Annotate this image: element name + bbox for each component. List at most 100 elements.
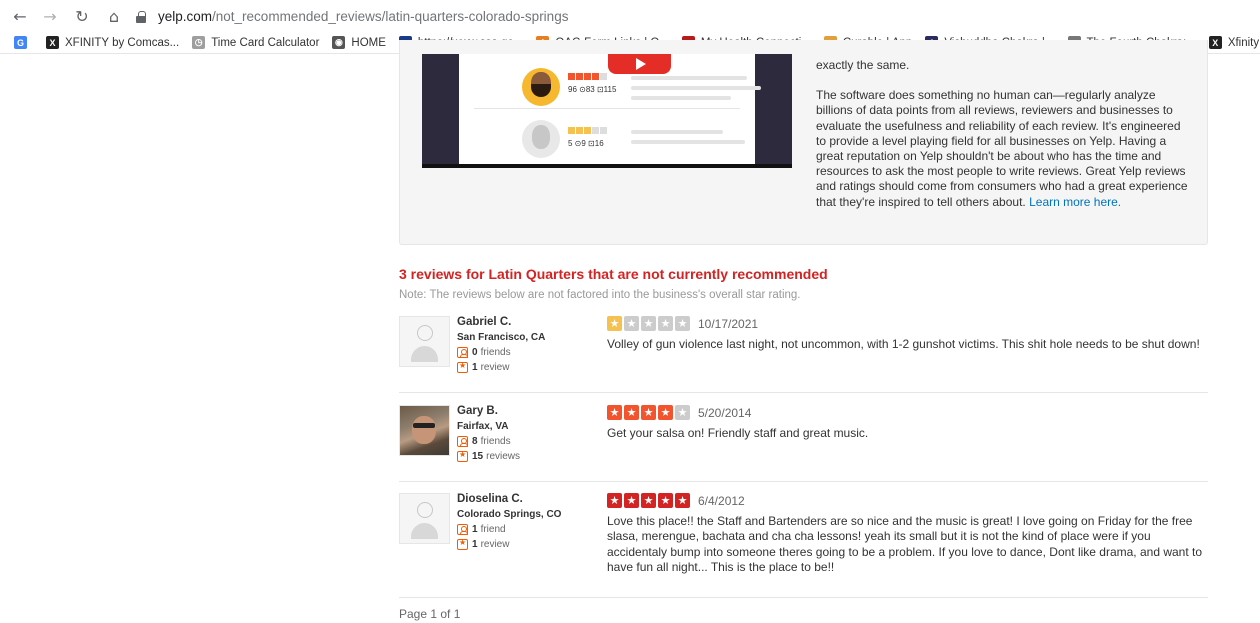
info-paragraph-text: The software does something no human can…: [816, 88, 1188, 209]
bookmark-item[interactable]: ◉ HOME: [332, 36, 386, 49]
bookmark-favicon-icon: ◉: [332, 36, 346, 49]
review-divider: [399, 481, 1208, 482]
review-text: Get your salsa on! Friendly staff and gr…: [607, 426, 869, 440]
video-avatar-icon: [522, 120, 560, 158]
reviews-count: 1: [472, 539, 478, 550]
video-progress-bar[interactable]: [422, 164, 792, 168]
browser-toolbar: ← → ↻ ⌂ yelp.com/not_recommended_reviews…: [0, 0, 1260, 32]
info-partial-text: exactly the same.: [816, 58, 910, 72]
review-divider: [399, 597, 1208, 598]
bookmark-favicon-icon: ◷: [192, 36, 206, 49]
bookmark-item[interactable]: X XFINITY by Comcas...: [46, 36, 179, 49]
video-user-stats: 96 ⊙83 ⊡115: [568, 85, 617, 94]
friends-label: friend: [480, 524, 506, 535]
friends-icon: [457, 347, 468, 358]
avatar[interactable]: [399, 493, 450, 544]
star-icon: ★: [607, 493, 622, 508]
forward-arrow-icon[interactable]: →: [38, 7, 62, 26]
home-icon[interactable]: ⌂: [102, 7, 126, 26]
friends-icon: [457, 524, 468, 535]
bookmark-label: Time Card Calculator: [211, 36, 320, 49]
review-text: Love this place!! the Staff and Bartende…: [607, 514, 1203, 575]
bookmark-favicon-icon: G: [14, 36, 27, 49]
friends-label: friends: [480, 347, 511, 358]
friends-count: 1: [472, 524, 478, 535]
review-count-icon: [457, 538, 468, 550]
review-item: Gary B.Fairfax, VA8friends15reviews★★★★★…: [399, 405, 1208, 485]
friends-count: 8: [472, 436, 478, 447]
section-note: Note: The reviews below are not factored…: [399, 289, 801, 301]
review-text: Volley of gun violence last night, not u…: [607, 337, 1200, 351]
star-rating: ★ ★ ★ ★ ★: [607, 405, 690, 420]
reviews-label: review: [480, 362, 510, 373]
reload-icon[interactable]: ↻: [70, 7, 94, 26]
bookmark-item[interactable]: ◷ Time Card Calculator: [192, 36, 319, 49]
url-host: yelp.com: [158, 8, 213, 24]
review-date: 6/4/2012: [698, 494, 745, 508]
bookmark-label: XFINITY by Comcas...: [65, 36, 180, 49]
review-count-icon: [457, 450, 468, 462]
review-date: 5/20/2014: [698, 406, 752, 420]
bookmark-favicon-icon: X: [1208, 36, 1222, 49]
video-text-line: [631, 140, 745, 144]
bookmark-item[interactable]: X Xfinity Connect Inbox: [1208, 36, 1260, 49]
star-icon: ★: [607, 405, 622, 420]
bookmark-label: Xfinity Connect Inbox: [1227, 36, 1260, 49]
reviewer-location: Colorado Springs, CO: [457, 509, 562, 520]
star-icon: ★: [675, 316, 690, 331]
friends-stat: 1 friend: [457, 524, 506, 535]
video-divider: [474, 108, 740, 109]
reviewer-name[interactable]: Gabriel C.: [457, 316, 511, 328]
star-icon: ★: [658, 493, 673, 508]
star-icon: ★: [675, 405, 690, 420]
info-text: exactly the same. The software does some…: [816, 58, 1188, 225]
reviews-stat: 1review: [457, 538, 510, 550]
reviewer-location: Fairfax, VA: [457, 421, 509, 432]
friends-stat: 0 friends: [457, 347, 511, 358]
reviews-count: 15: [472, 451, 484, 462]
reviews-stat: 1review: [457, 361, 510, 373]
review-item: Dioselina C.Colorado Springs, CO1friend1…: [399, 493, 1208, 575]
friends-label: friends: [480, 436, 511, 447]
star-icon: ★: [675, 493, 690, 508]
info-paragraph: The software does something no human can…: [816, 88, 1188, 210]
star-icon: ★: [641, 316, 656, 331]
star-rating: ★ ★ ★ ★ ★: [607, 493, 690, 508]
review-item: Gabriel C.San Francisco, CA0friends1revi…: [399, 316, 1208, 396]
video-stars-icon: [568, 73, 607, 80]
reviews-count: 1: [472, 362, 478, 373]
video-text-line: [631, 76, 747, 80]
avatar[interactable]: [399, 405, 450, 456]
star-icon: ★: [624, 493, 639, 508]
review-divider: [399, 392, 1208, 393]
bookmark-label: HOME: [351, 36, 386, 49]
reviewer-name[interactable]: Gary B.: [457, 405, 498, 417]
star-icon: ★: [624, 316, 639, 331]
review-count-icon: [457, 361, 468, 373]
address-bar[interactable]: yelp.com/not_recommended_reviews/latin-q…: [136, 3, 568, 29]
video-text-line: [631, 130, 723, 134]
pagination-label: Page 1 of 1: [399, 607, 461, 621]
video-content: 96 ⊙83 ⊡115 5 ⊙9 ⊡16: [459, 54, 761, 164]
star-icon: ★: [641, 405, 656, 420]
reviews-label: review: [480, 539, 510, 550]
star-icon: ★: [658, 316, 673, 331]
reviews-label: reviews: [486, 451, 521, 462]
video-user-stats: 5 ⊙9 ⊡16: [568, 139, 604, 148]
url-path: /not_recommended_reviews/latin-quarters-…: [212, 8, 569, 24]
learn-more-link[interactable]: Learn more here.: [1029, 195, 1121, 209]
star-icon: ★: [641, 493, 656, 508]
reviewer-name[interactable]: Dioselina C.: [457, 493, 523, 505]
avatar[interactable]: [399, 316, 450, 367]
review-date: 10/17/2021: [698, 317, 759, 331]
bookmark-item[interactable]: G: [14, 36, 33, 49]
play-button-icon[interactable]: [608, 54, 671, 74]
video-text-line: [631, 96, 731, 100]
back-arrow-icon[interactable]: ←: [8, 7, 32, 26]
section-title: 3 reviews for Latin Quarters that are no…: [399, 266, 828, 282]
explainer-video[interactable]: 96 ⊙83 ⊡115 5 ⊙9 ⊡16: [422, 54, 792, 168]
star-rating: ★ ★ ★ ★ ★: [607, 316, 690, 331]
video-stars-icon: [568, 127, 607, 134]
friends-count: 0: [472, 347, 478, 358]
friends-stat: 8 friends: [457, 436, 511, 447]
